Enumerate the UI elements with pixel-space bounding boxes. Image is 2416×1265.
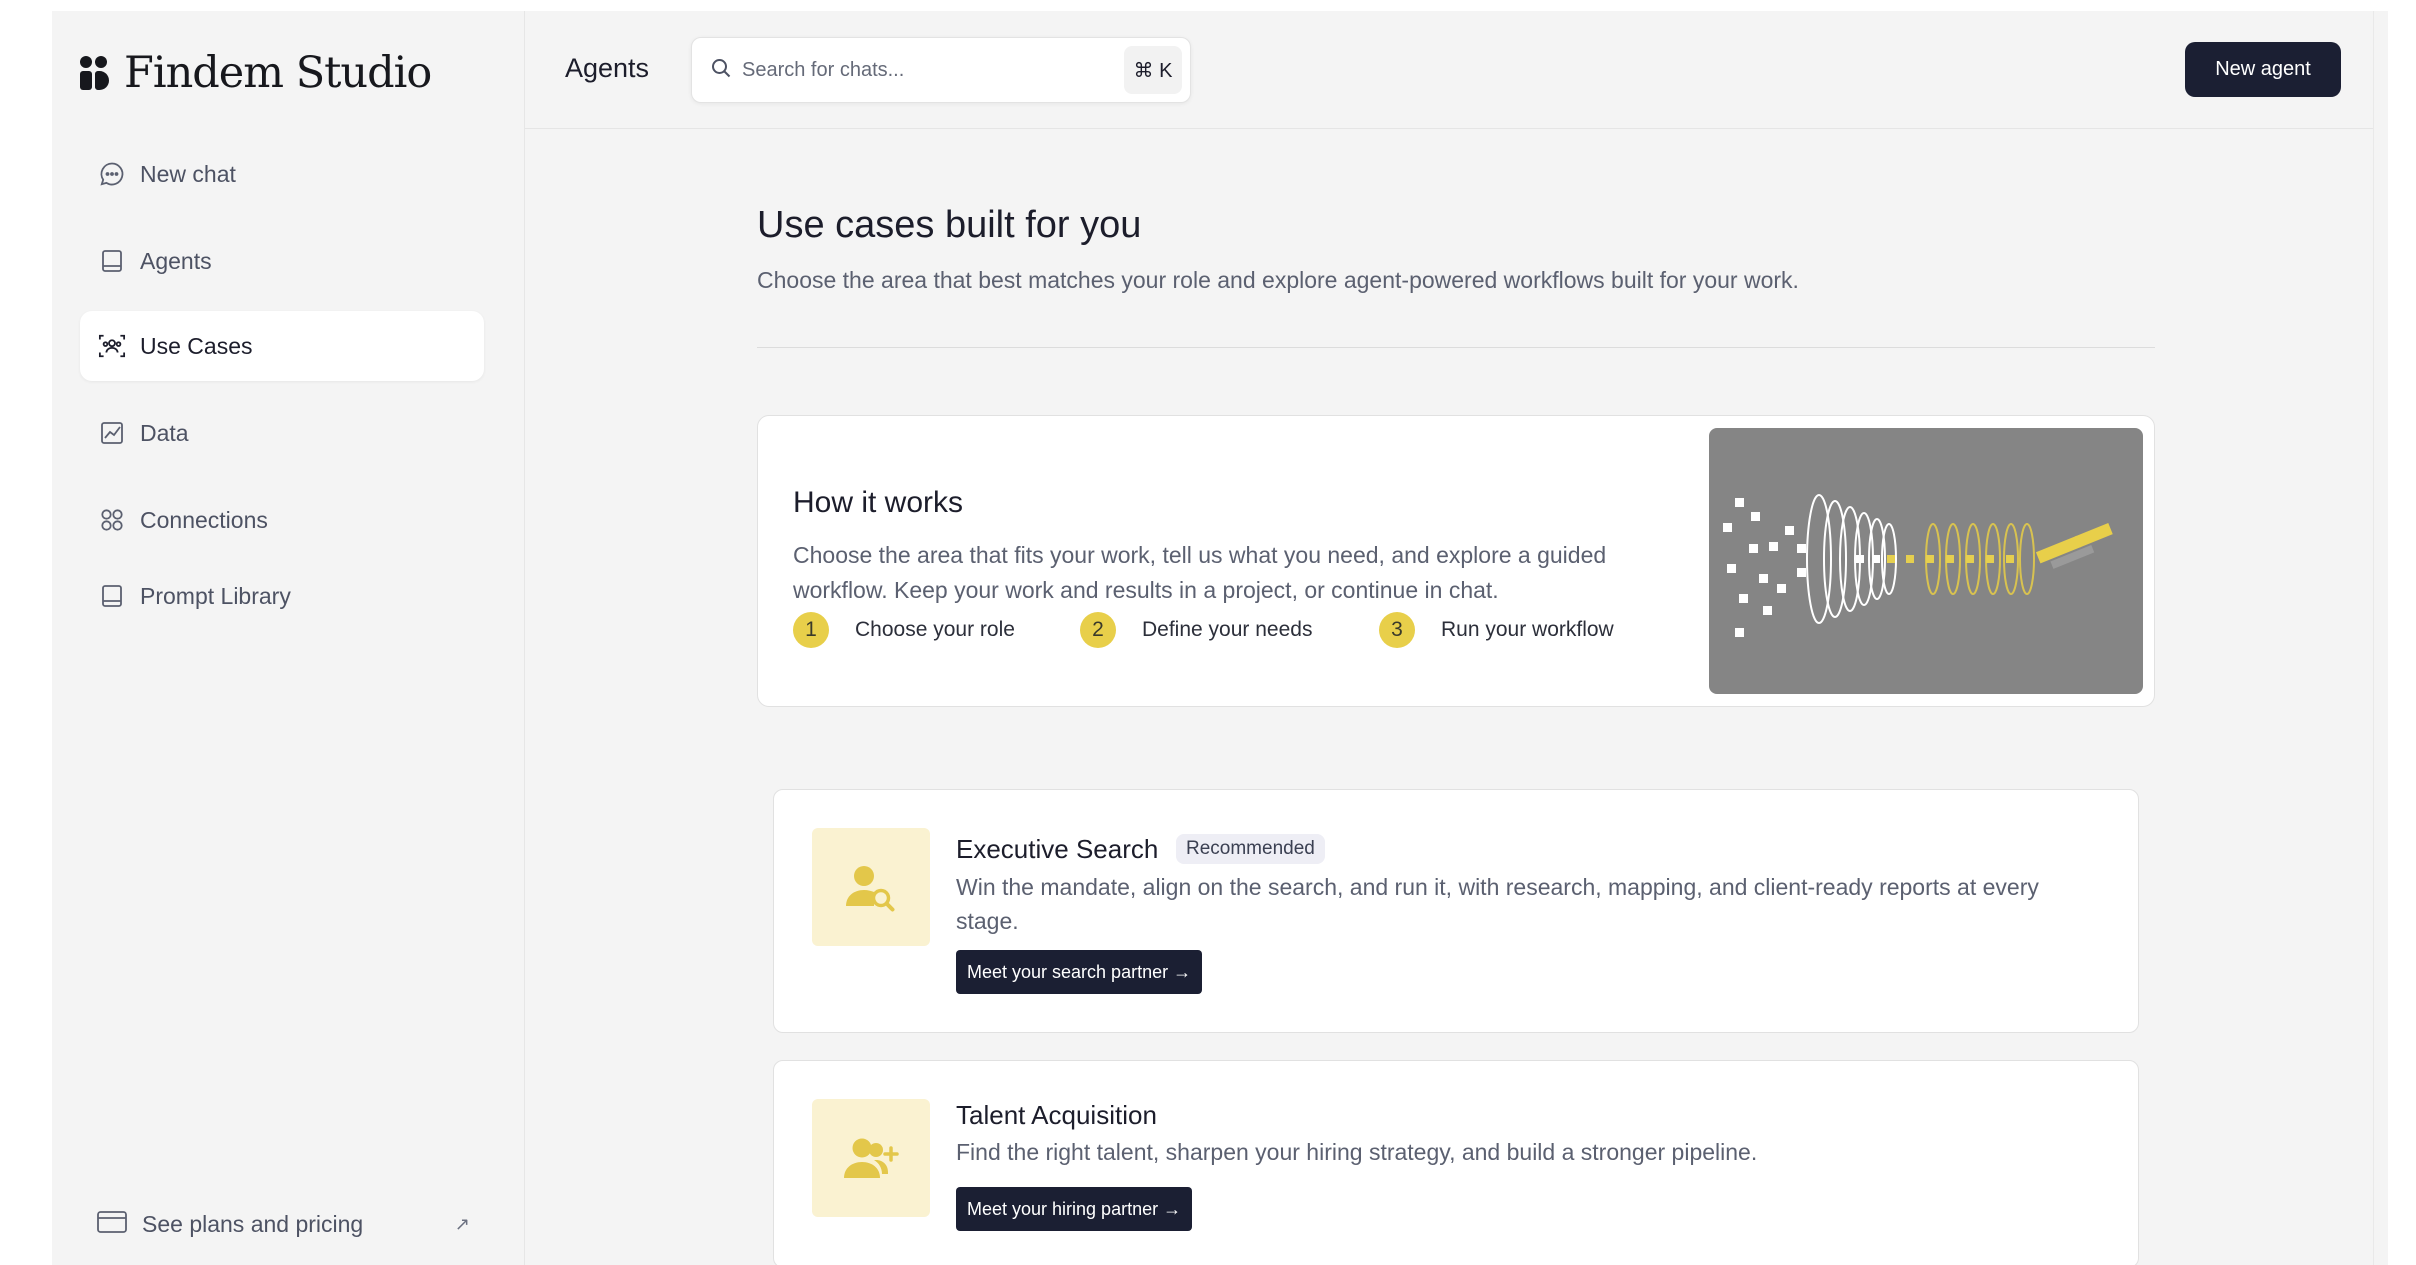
book-icon: [98, 247, 126, 275]
sidebar-item-label: Use Cases: [140, 332, 253, 359]
use-case-card-executive-search[interactable]: Executive Search Recommended Win the man…: [773, 789, 2139, 1033]
use-case-title: Talent Acquisition: [956, 1100, 1157, 1130]
app-name: Findem Studio: [124, 48, 432, 98]
use-case-title: Executive Search: [956, 834, 1159, 864]
step-label: Choose your role: [855, 618, 1015, 641]
chart-icon: [98, 419, 126, 447]
search-input[interactable]: Search for chats... ⌘ K: [691, 37, 1191, 103]
sidebar-item-use-cases[interactable]: Use Cases: [80, 311, 484, 381]
users-scan-icon: [98, 332, 126, 360]
sidebar-item-data[interactable]: Data: [80, 398, 484, 468]
grid-circles-icon: [98, 506, 126, 534]
sidebar-item-label: Prompt Library: [140, 582, 291, 609]
step-3: 3 Run your workflow: [1379, 612, 1614, 648]
divider: [757, 347, 2155, 348]
search-placeholder: Search for chats...: [742, 58, 905, 81]
credit-card-icon: [96, 1210, 128, 1239]
search-icon: [710, 57, 732, 84]
step-1: 1 Choose your role: [793, 612, 1015, 648]
library-icon: [98, 582, 126, 610]
sidebar-item-label: New chat: [140, 160, 236, 187]
sidebar-item-agents[interactable]: Agents: [80, 226, 484, 296]
see-plans-link[interactable]: See plans and pricing ↗: [96, 1204, 470, 1244]
page-header-title: Agents: [565, 53, 650, 83]
use-case-description: Win the mandate, align on the search, an…: [956, 874, 2039, 934]
step-number: 1: [793, 612, 829, 648]
step-2: 2 Define your needs: [1080, 612, 1312, 648]
sidebar-item-label: Connections: [140, 506, 268, 533]
user-plus-icon: [812, 1099, 930, 1217]
external-arrow-icon: ↗: [454, 1213, 470, 1234]
how-it-works-title: How it works: [793, 486, 964, 519]
see-plans-label: See plans and pricing: [142, 1210, 364, 1237]
sidebar-item-new-chat[interactable]: New chat: [80, 139, 484, 209]
step-number: 2: [1080, 612, 1116, 648]
step-label: Run your workflow: [1441, 618, 1614, 641]
step-label: Define your needs: [1142, 618, 1313, 641]
sidebar-item-label: Data: [140, 419, 189, 446]
use-case-description: Find the right talent, sharpen your hiri…: [956, 1139, 1758, 1165]
sidebar-item-connections[interactable]: Connections: [80, 485, 484, 555]
findem-logo-icon: [80, 56, 112, 90]
chat-bubble-icon: [98, 160, 126, 188]
how-it-works-description: Choose the area that fits your work, tel…: [793, 542, 1607, 603]
page-subtitle: Choose the area that best matches your r…: [757, 267, 1799, 293]
main-panel: Agents Search for chats... ⌘ K New agent…: [524, 11, 2374, 1265]
new-agent-button[interactable]: New agent: [2185, 42, 2341, 97]
use-case-card-talent-acquisition[interactable]: Talent Acquisition Find the right talent…: [773, 1060, 2139, 1265]
workflow-illustration: [1709, 428, 2143, 694]
meet-hiring-partner-button[interactable]: Meet your hiring partner →: [956, 1187, 1193, 1231]
meet-search-partner-button[interactable]: Meet your search partner →: [956, 950, 1203, 994]
sidebar-item-prompt-library[interactable]: Prompt Library: [80, 561, 484, 631]
page-title: Use cases built for you: [757, 204, 1142, 246]
user-search-icon: [812, 828, 930, 946]
brand-logo[interactable]: Findem Studio: [80, 48, 432, 98]
sidebar-item-label: Agents: [140, 247, 212, 274]
how-it-works-card: How it works Choose the area that fits y…: [757, 415, 2155, 707]
keyboard-shortcut-badge: ⌘ K: [1124, 46, 1182, 94]
step-number: 3: [1379, 612, 1415, 648]
recommended-badge: Recommended: [1176, 834, 1325, 864]
